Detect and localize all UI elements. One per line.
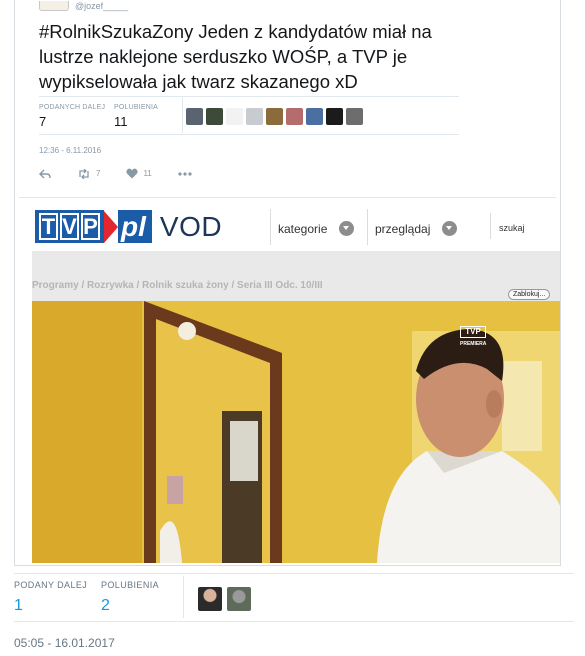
retweets-count: 7 [39,114,47,129]
likes-stat[interactable]: POLUBIENIA 11 [114,104,158,129]
retweets-count: 1 [14,597,23,614]
tvp-vod-logo[interactable]: TVP pl VOD [35,210,222,243]
avatar[interactable] [206,108,223,125]
like-button[interactable]: 11 [126,168,152,179]
chevron-down-icon [339,221,355,236]
tvp-vod-screenshot: TVP pl VOD kategorie przeglądaj szukaj P… [32,201,560,563]
likes-count: 2 [101,597,110,614]
avatar[interactable] [266,108,283,125]
retweet-button[interactable]: 7 [77,168,101,179]
premiera-watermark: PREMIERA [460,341,487,347]
more-button[interactable] [178,171,192,176]
nav-categories[interactable]: kategorie [278,221,355,236]
play-icon [104,210,118,243]
avatar[interactable] [227,587,251,611]
nav-browse[interactable]: przeglądaj [375,221,458,236]
divider [39,134,459,135]
video-player[interactable]: TVP PREMIERA [32,301,560,563]
likes-stat[interactable]: POLUBIENIA 2 [101,580,159,615]
likes-count: 11 [114,114,128,129]
chevron-down-icon [442,221,458,236]
avatar [39,1,69,11]
block-button[interactable]: Zablokuj... [508,289,551,300]
tweet-text: #RolnikSzukaZony Jeden z kandydatów miał… [39,19,459,94]
search-input[interactable]: szukaj [490,213,560,239]
heart-icon [126,168,139,179]
more-icon [178,171,192,176]
tweet-screenshot-image: @jozef_____ #RolnikSzukaZony Jeden z kan… [14,0,561,566]
reply-button[interactable] [39,169,51,179]
like-count: 11 [143,169,152,178]
liker-avatars [198,587,251,611]
tweet-timestamp[interactable]: 05:05 - 16.01.2017 [14,636,115,650]
retweets-label: PODANY DALEJ [14,580,88,590]
author-handle: @jozef_____ [75,1,129,11]
divider [14,621,574,622]
reply-icon [39,169,51,178]
retweets-stat[interactable]: PODANYCH DALEJ 7 [39,104,105,129]
avatar[interactable] [186,108,203,125]
avatar[interactable] [226,108,243,125]
tvp-logo-mark: TVP [35,210,104,243]
liker-avatars [186,108,363,125]
tweet-actions: 7 11 [39,168,218,179]
page: @jozef_____ #RolnikSzukaZony Jeden z kan… [0,0,585,656]
avatar[interactable] [246,108,263,125]
breadcrumb[interactable]: Programy / Rozrywka / Rolnik szuka żony … [32,280,323,291]
tvp-watermark: TVP [460,326,486,338]
divider [183,576,184,618]
avatar[interactable] [346,108,363,125]
nav-categories-label: kategorie [278,221,328,236]
avatar[interactable] [286,108,303,125]
divider [182,98,183,133]
retweet-count: 7 [96,169,101,178]
embedded-tweet: @jozef_____ #RolnikSzukaZony Jeden z kan… [19,0,556,198]
likes-label: POLUBIENIA [114,104,159,111]
retweet-icon [79,168,89,179]
divider [39,96,459,97]
tweet-author[interactable]: @jozef_____ [39,0,128,12]
tweet-timestamp[interactable]: 12:36 - 6.11.2016 [39,146,101,155]
avatar[interactable] [198,587,222,611]
likes-label: POLUBIENIA [101,580,160,590]
logo-vod-text: VOD [159,210,223,242]
hashtag-link[interactable]: #RolnikSzukaZony [39,21,193,42]
logo-pl-text: pl [118,210,152,243]
avatar[interactable] [326,108,343,125]
avatar[interactable] [306,108,323,125]
nav-browse-label: przeglądaj [375,221,431,236]
vod-header: TVP pl VOD kategorie przeglądaj szukaj [32,201,560,251]
divider [270,209,271,245]
divider [367,209,368,245]
divider [14,573,574,574]
retweets-stat[interactable]: PODANY DALEJ 1 [14,580,87,615]
retweets-label: PODANYCH DALEJ [39,104,106,111]
vod-subheader [32,251,560,301]
